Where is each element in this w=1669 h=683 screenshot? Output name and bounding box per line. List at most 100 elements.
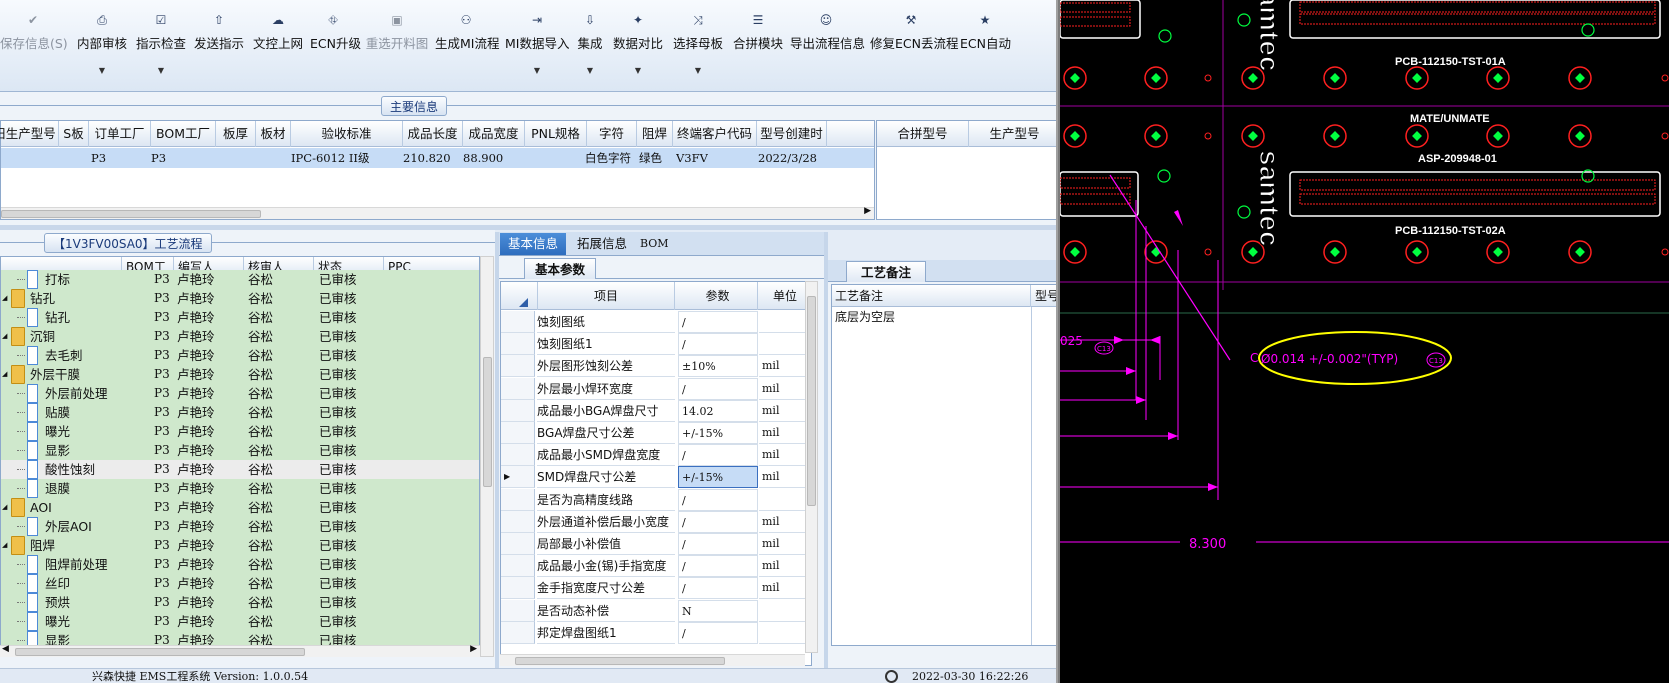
param-row[interactable]: 是否动态补偿 N xyxy=(501,599,811,622)
remark-text[interactable]: 底层为空层 xyxy=(835,308,895,326)
row-header[interactable] xyxy=(501,355,535,378)
tree-row[interactable]: 曝光 P3 卢艳玲 谷松 已审核 xyxy=(1,422,479,441)
dropdown-arrow-icon[interactable]: ▼ xyxy=(505,66,569,75)
param-row[interactable]: 外层通道补偿后最小宽度 / mil xyxy=(501,510,811,533)
param-value[interactable]: / xyxy=(678,510,758,533)
col-header[interactable]: 验收标准 xyxy=(291,121,403,147)
cad-viewer[interactable]: PCB-112150-TST-01A MATE/UNMATE ASP-20994… xyxy=(1060,0,1669,683)
param-value[interactable]: / xyxy=(678,621,758,644)
table-cell[interactable]: P3 xyxy=(91,148,106,168)
row-header[interactable] xyxy=(501,510,535,533)
vertical-scrollbar[interactable] xyxy=(805,281,818,653)
param-row[interactable]: 邦定焊盘图纸1/ xyxy=(501,621,811,644)
param-value[interactable]: N xyxy=(678,599,758,622)
col-header[interactable]: 字符 xyxy=(587,121,637,147)
tab-bom[interactable]: BOM xyxy=(632,233,677,255)
table-cell[interactable]: 白色字符 xyxy=(585,148,631,168)
merge-grid[interactable]: 合拼型号 生产型号 xyxy=(876,120,1060,220)
param-row[interactable]: 是否为高精度线路 / xyxy=(501,488,811,511)
param-value[interactable]: / xyxy=(678,333,758,356)
dropdown-arrow-icon[interactable]: ▼ xyxy=(134,66,188,75)
tree-collapse-icon[interactable]: ◢ xyxy=(2,327,7,346)
tree-collapse-icon[interactable]: ◢ xyxy=(2,365,7,384)
tree-row[interactable]: 预烘 P3 卢艳玲 谷松 已审核 xyxy=(1,593,479,612)
table-cell[interactable]: 88.900 xyxy=(463,148,503,168)
tree-row[interactable]: 退膜 P3 卢艳玲 谷松 已审核 xyxy=(1,479,479,498)
toolbar-button-7[interactable]: ⚇ 生成MI流程 xyxy=(435,10,499,82)
remarks-grid[interactable]: 工艺备注 型号 底层为空层 xyxy=(831,284,1060,646)
scroll-right-icon[interactable]: ▶ xyxy=(864,206,871,216)
param-row[interactable]: 金手指宽度尺寸公差 / mil xyxy=(501,577,811,600)
dropdown-arrow-icon[interactable]: ▼ xyxy=(577,66,603,75)
param-row[interactable]: BGA焊盘尺寸公差 +/-15% mil xyxy=(501,422,811,444)
tree-row[interactable]: 外层前处理 P3 卢艳玲 谷松 已审核 xyxy=(1,384,479,403)
row-header[interactable] xyxy=(501,399,535,422)
col-header[interactable]: 阻焊 xyxy=(637,121,673,147)
row-header[interactable] xyxy=(501,333,535,356)
scroll-thumb[interactable] xyxy=(807,296,816,506)
tree-row[interactable]: 显影 P3 卢艳玲 谷松 已审核 xyxy=(1,441,479,460)
param-value[interactable]: / xyxy=(678,488,758,511)
col-header[interactable]: PNL规格 xyxy=(525,121,587,147)
vertical-scrollbar[interactable] xyxy=(480,256,494,657)
col-header[interactable]: 型号创建时 xyxy=(757,121,827,147)
param-row[interactable]: 成品最小金(锡)手指宽度 / mil xyxy=(501,555,811,578)
scroll-thumb[interactable] xyxy=(1,210,261,218)
toolbar-button-11[interactable]: ⤨ 选择母板 ▼ xyxy=(672,10,724,82)
remarks-title[interactable]: 工艺备注 xyxy=(846,261,927,282)
toolbar-button-5[interactable]: ⛗ ECN升级 xyxy=(310,10,361,82)
toolbar-button-2[interactable]: ☑ 指示检查 ▼ xyxy=(134,10,188,82)
toolbar-button-8[interactable]: ⇥ MI数据导入 ▼ xyxy=(505,10,569,82)
tab-basic-info[interactable]: 基本信息 xyxy=(500,233,567,255)
tree-row[interactable]: 外层AOI P3 卢艳玲 谷松 已审核 xyxy=(1,517,479,536)
col-header[interactable]: 生产型号 xyxy=(969,121,1060,147)
col-header[interactable]: 成品宽度 xyxy=(463,121,525,147)
tree-row[interactable]: ◢ AOI P3 卢艳玲 谷松 已审核 xyxy=(1,498,479,517)
tab-extended-info[interactable]: 拓展信息 xyxy=(569,233,635,255)
tree-row[interactable]: 丝印 P3 卢艳玲 谷松 已审核 xyxy=(1,574,479,593)
tree-collapse-icon[interactable]: ◢ xyxy=(2,498,7,517)
param-value[interactable]: / xyxy=(678,311,758,333)
row-header[interactable]: ▶ xyxy=(501,466,535,489)
toolbar-button-12[interactable]: ☰ 合拼模块 xyxy=(732,10,784,82)
param-row[interactable]: 外层图形蚀刻公差 ±10% mil xyxy=(501,355,811,378)
param-row[interactable]: 局部最小补偿值 / mil xyxy=(501,533,811,555)
col-header[interactable]: 订单工厂 xyxy=(89,121,151,147)
toolbar-button-13[interactable]: ☺ 导出流程信息 xyxy=(790,10,865,82)
param-value[interactable]: +/-15% xyxy=(678,422,758,444)
tree-row[interactable]: 酸性蚀刻 P3 卢艳玲 谷松 已审核 xyxy=(1,460,479,479)
param-value[interactable]: / xyxy=(678,577,758,600)
subtab-basic-params[interactable]: 基本参数 xyxy=(524,258,597,279)
row-header[interactable] xyxy=(501,444,535,467)
tree-row[interactable]: 去毛刺 P3 卢艳玲 谷松 已审核 xyxy=(1,346,479,365)
table-cell[interactable]: IPC-6012 II级 xyxy=(291,148,369,168)
toolbar-button-3[interactable]: ⇧ 发送指示 xyxy=(192,10,246,82)
toolbar-button-0[interactable]: ✔ 保存信息(S) xyxy=(0,10,68,82)
toolbar-button-10[interactable]: ✦ 数据对比 ▼ xyxy=(612,10,664,82)
tree-row[interactable]: 钻孔 P3 卢艳玲 谷松 已审核 xyxy=(1,308,479,327)
col-header[interactable]: 终端客户代码 xyxy=(673,121,757,147)
row-header[interactable] xyxy=(501,577,535,600)
param-value[interactable]: / xyxy=(678,444,758,467)
toolbar-button-15[interactable]: ★ ECN自动 xyxy=(960,10,1011,82)
tree-row[interactable]: 打标 P3 卢艳玲 谷松 已审核 xyxy=(1,270,479,289)
param-value[interactable]: 14.02 xyxy=(678,399,758,422)
row-header[interactable] xyxy=(501,533,535,555)
horizontal-scrollbar[interactable] xyxy=(500,654,805,666)
col-header-item[interactable]: 项目 xyxy=(537,282,675,310)
tree-row[interactable]: ◢ 沉铜 P3 卢艳玲 谷松 已审核 xyxy=(1,327,479,346)
row-header[interactable] xyxy=(501,311,535,333)
horizontal-scrollbar[interactable]: ◀ ▶ xyxy=(0,644,480,657)
scroll-thumb[interactable] xyxy=(483,357,492,487)
row-header[interactable] xyxy=(501,555,535,578)
scroll-right-icon[interactable]: ▶ xyxy=(470,644,477,654)
param-row[interactable]: ▶ SMD焊盘尺寸公差 +/-15% mil xyxy=(501,466,811,489)
param-value[interactable]: / xyxy=(678,377,758,400)
table-cell[interactable]: V3FV xyxy=(676,148,708,168)
main-info-grid[interactable]: 旧生产型号S板订单工厂BOM工厂板厚板材验收标准成品长度成品宽度PNL规格字符阻… xyxy=(0,120,875,220)
param-row[interactable]: 蚀刻图纸 / xyxy=(501,311,811,333)
row-header[interactable] xyxy=(501,488,535,511)
param-row[interactable]: 成品最小SMD焊盘宽度 / mil xyxy=(501,444,811,467)
col-header-param[interactable]: 参数 xyxy=(678,282,758,310)
dropdown-arrow-icon[interactable]: ▼ xyxy=(672,66,724,75)
